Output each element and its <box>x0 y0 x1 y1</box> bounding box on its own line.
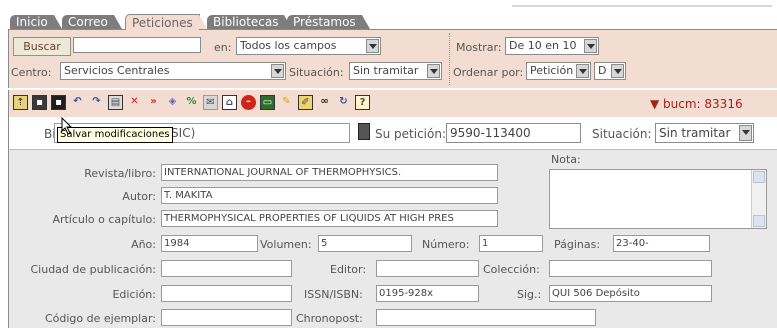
tab-prestamos[interactable]: Préstamos <box>287 15 370 29</box>
su-peticion-field[interactable]: 9590-113400 <box>446 123 581 143</box>
top-divider <box>512 5 772 7</box>
chevron-down-icon[interactable] <box>739 125 752 141</box>
chronopost-label: Chronopost: <box>296 312 363 325</box>
record-form: Revista/libro: INTERNATIONAL JOURNAL OF … <box>8 149 777 328</box>
mostrar-select-value: De 10 en 10 <box>509 39 577 52</box>
delete-x-icon[interactable]: ✕ <box>127 95 142 110</box>
anio-label: Año: <box>131 238 156 251</box>
percent-icon[interactable]: % <box>184 95 199 110</box>
centro-label: Centro: <box>11 66 52 79</box>
sig-field[interactable]: QUI 506 Depósito <box>549 285 712 302</box>
articulo-label: Artículo o capítulo: <box>52 213 156 226</box>
binoculars-icon[interactable]: ∞ <box>317 95 332 110</box>
chevron-down-icon[interactable] <box>271 64 284 78</box>
revista-label: Revista/libro: <box>84 167 156 180</box>
chevron-down-icon[interactable] <box>611 64 624 78</box>
refresh-icon[interactable]: ↻ <box>336 95 351 110</box>
coleccion-label: Colección: <box>483 263 540 276</box>
anio-field[interactable]: 1984 <box>161 235 258 252</box>
numero-label: Número: <box>422 238 470 251</box>
user-badge[interactable]: ▼ bucm: 83316 <box>650 97 743 111</box>
folder-up-icon[interactable]: ⇡ <box>13 95 28 110</box>
mail-icon[interactable]: ✉ <box>203 95 218 110</box>
tag-icon[interactable]: ◈ <box>165 95 180 110</box>
centro-select-value: Servicios Centrales <box>64 64 170 77</box>
volumen-field[interactable]: 5 <box>318 235 412 252</box>
issn-label: ISSN/ISBN: <box>304 288 363 301</box>
cursor-icon <box>61 117 73 135</box>
record-situacion-label: Situación: <box>592 127 652 141</box>
mostrar-select[interactable]: De 10 en 10 <box>505 37 599 55</box>
tab-inicio[interactable]: Inicio <box>10 15 62 29</box>
help-icon[interactable]: ? <box>355 95 370 110</box>
centro-select[interactable]: Servicios Centrales <box>60 62 286 80</box>
situacion-label: Situación: <box>289 66 344 79</box>
mostrar-label: Mostrar: <box>456 41 502 54</box>
chevron-down-icon[interactable] <box>576 64 589 78</box>
su-peticion-label: Su petición: <box>375 127 446 141</box>
pencil-icon[interactable]: ✎ <box>279 95 294 110</box>
order-direction-value: D <box>598 64 607 77</box>
codigo-label: Código de ejemplar: <box>44 312 156 325</box>
tooltip: Salvar modificaciones <box>57 127 173 143</box>
issn-field[interactable]: 0195-928x <box>376 285 479 302</box>
panel-divider <box>449 33 451 85</box>
chevron-down-icon[interactable] <box>427 64 440 78</box>
envelope-icon[interactable]: ⌂ <box>222 95 237 110</box>
edicion-label: Edición: <box>112 288 156 301</box>
print-icon[interactable]: ▤ <box>108 95 123 110</box>
coleccion-field[interactable] <box>549 260 712 277</box>
revista-field[interactable]: INTERNATIONAL JOURNAL OF THERMOPHYSICS. <box>161 164 498 181</box>
search-input[interactable] <box>73 37 201 53</box>
search-button[interactable]: Buscar <box>13 37 71 56</box>
scroll-up-icon[interactable] <box>753 171 765 183</box>
tab-correo[interactable]: Correo <box>62 15 122 29</box>
chevron-down-icon[interactable] <box>366 39 379 53</box>
screen-icon[interactable]: ▭ <box>260 95 275 110</box>
save-as-icon[interactable]: ▪ <box>51 95 66 110</box>
scroll-down-icon[interactable] <box>753 215 765 227</box>
articulo-field[interactable]: THERMOPHYSICAL PROPERTIES OF LIQUIDS AT … <box>161 210 498 227</box>
nota-label: Nota: <box>551 153 581 166</box>
edicion-field[interactable] <box>161 285 292 302</box>
reply-icon[interactable]: ↶ <box>70 95 85 110</box>
stop-icon[interactable]: – <box>241 95 256 110</box>
ordenar-label: Ordenar por: <box>453 66 524 79</box>
situacion-select[interactable]: Sin tramitar <box>349 62 442 80</box>
tab-peticiones[interactable]: Peticiones <box>125 14 207 31</box>
paginas-field[interactable]: 23-40- <box>613 235 710 252</box>
ordenar-select-value: Petición <box>530 64 574 77</box>
chronopost-field[interactable] <box>376 309 596 326</box>
tab-bibliotecas[interactable]: Bibliotecas <box>207 15 294 29</box>
chevron-down-icon[interactable] <box>584 39 597 53</box>
record-situacion-select[interactable]: Sin tramitar <box>655 123 754 143</box>
forward-icon[interactable]: ↷ <box>89 95 104 110</box>
editor-field[interactable] <box>376 260 479 277</box>
numero-field[interactable]: 1 <box>479 235 543 252</box>
save-icon[interactable]: ▪ <box>32 95 47 110</box>
record-situacion-value: Sin tramitar <box>659 126 731 140</box>
nota-scrollbar[interactable] <box>751 170 766 228</box>
ordenar-select[interactable]: Petición <box>526 62 591 80</box>
fast-forward-icon[interactable]: » <box>146 95 161 110</box>
field-select-value: Todos los campos <box>240 39 337 52</box>
editor-label: Editor: <box>330 263 367 276</box>
codigo-field[interactable] <box>161 309 292 326</box>
nota-textarea[interactable] <box>549 169 767 229</box>
ciudad-field[interactable] <box>161 260 292 277</box>
field-label: en: <box>214 41 232 54</box>
order-direction-select[interactable]: D <box>594 62 626 80</box>
autor-label: Autor: <box>122 190 156 203</box>
paginas-label: Páginas: <box>554 238 601 251</box>
sig-label: Sig.: <box>517 288 542 301</box>
situacion-select-value: Sin tramitar <box>353 64 419 77</box>
field-select[interactable]: Todos los campos <box>236 37 381 55</box>
ciudad-label: Ciudad de publicación: <box>30 263 156 276</box>
volumen-label: Volumen: <box>260 238 312 251</box>
edit-form-icon[interactable]: ✐ <box>298 95 313 110</box>
autor-field[interactable]: T. MAKITA <box>161 187 498 204</box>
document-icon[interactable] <box>358 123 370 140</box>
